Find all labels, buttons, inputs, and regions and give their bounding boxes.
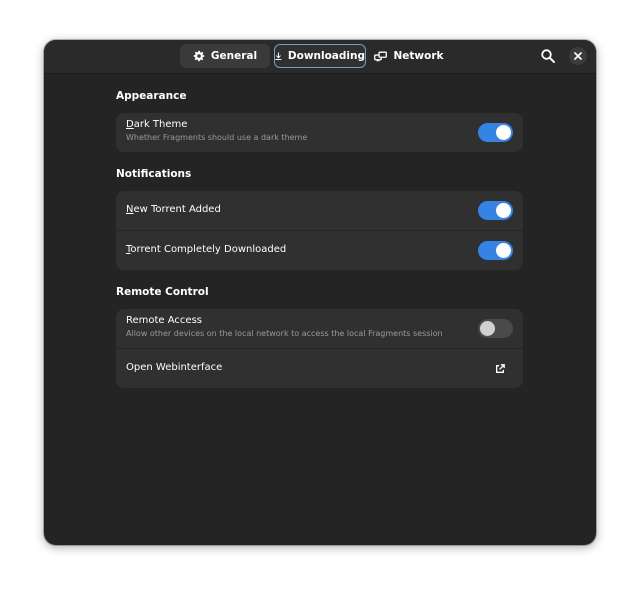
tab-network-label: Network — [393, 50, 444, 62]
remote-section-title: Remote Control — [116, 286, 209, 298]
toggle-knob — [496, 203, 511, 218]
toggle-knob — [480, 321, 495, 336]
close-button[interactable] — [569, 47, 587, 65]
dark-theme-toggle[interactable] — [478, 123, 513, 142]
tab-downloading[interactable]: Downloading — [274, 44, 366, 68]
dark-theme-subtitle: Whether Fragments should use a dark them… — [126, 133, 308, 142]
toggle-knob — [496, 125, 511, 140]
network-icon — [374, 51, 388, 61]
toggle-knob — [496, 243, 511, 258]
completed-title: Torrent Completely Downloaded — [126, 244, 286, 255]
header-bar: General Downloading Network — [44, 40, 596, 74]
open-webinterface-row[interactable]: Open Webinterface — [116, 348, 523, 388]
close-icon — [574, 52, 582, 60]
remote-access-toggle[interactable] — [478, 319, 513, 338]
completed-title-rest: orrent Completely Downloaded — [130, 244, 287, 255]
notifications-group: New Torrent Added Torrent Completely Dow… — [116, 191, 523, 270]
new-torrent-row[interactable]: New Torrent Added — [116, 191, 523, 230]
search-icon[interactable] — [540, 48, 556, 64]
open-webinterface-title: Open Webinterface — [126, 362, 223, 373]
gear-icon — [193, 50, 205, 62]
dark-theme-title-rest: ark Theme — [133, 119, 188, 130]
dark-theme-row[interactable]: Dark Theme Whether Fragments should use … — [116, 113, 523, 152]
dark-theme-mnemonic: D — [126, 119, 134, 130]
new-torrent-title-rest: ew Torrent Added — [133, 204, 221, 215]
appearance-group: Dark Theme Whether Fragments should use … — [116, 113, 523, 152]
new-torrent-title: New Torrent Added — [126, 204, 221, 215]
remote-access-title: Remote Access — [126, 315, 202, 326]
tab-general-label: General — [210, 50, 258, 62]
preferences-window: General Downloading Network Appearance D… — [44, 40, 596, 545]
external-link-icon — [496, 364, 505, 373]
remote-access-subtitle: Allow other devices on the local network… — [126, 329, 443, 338]
completed-row[interactable]: Torrent Completely Downloaded — [116, 230, 523, 270]
tab-general[interactable]: General — [180, 44, 270, 68]
remote-access-row[interactable]: Remote Access Allow other devices on the… — [116, 309, 523, 348]
tab-downloading-label: Downloading — [287, 50, 365, 62]
new-torrent-toggle[interactable] — [478, 201, 513, 220]
notifications-section-title: Notifications — [116, 168, 192, 180]
download-icon — [275, 52, 282, 60]
completed-toggle[interactable] — [478, 241, 513, 260]
appearance-section-title: Appearance — [116, 90, 187, 102]
tab-network[interactable]: Network — [374, 44, 444, 68]
dark-theme-title: Dark Theme — [126, 119, 187, 130]
remote-group: Remote Access Allow other devices on the… — [116, 309, 523, 388]
